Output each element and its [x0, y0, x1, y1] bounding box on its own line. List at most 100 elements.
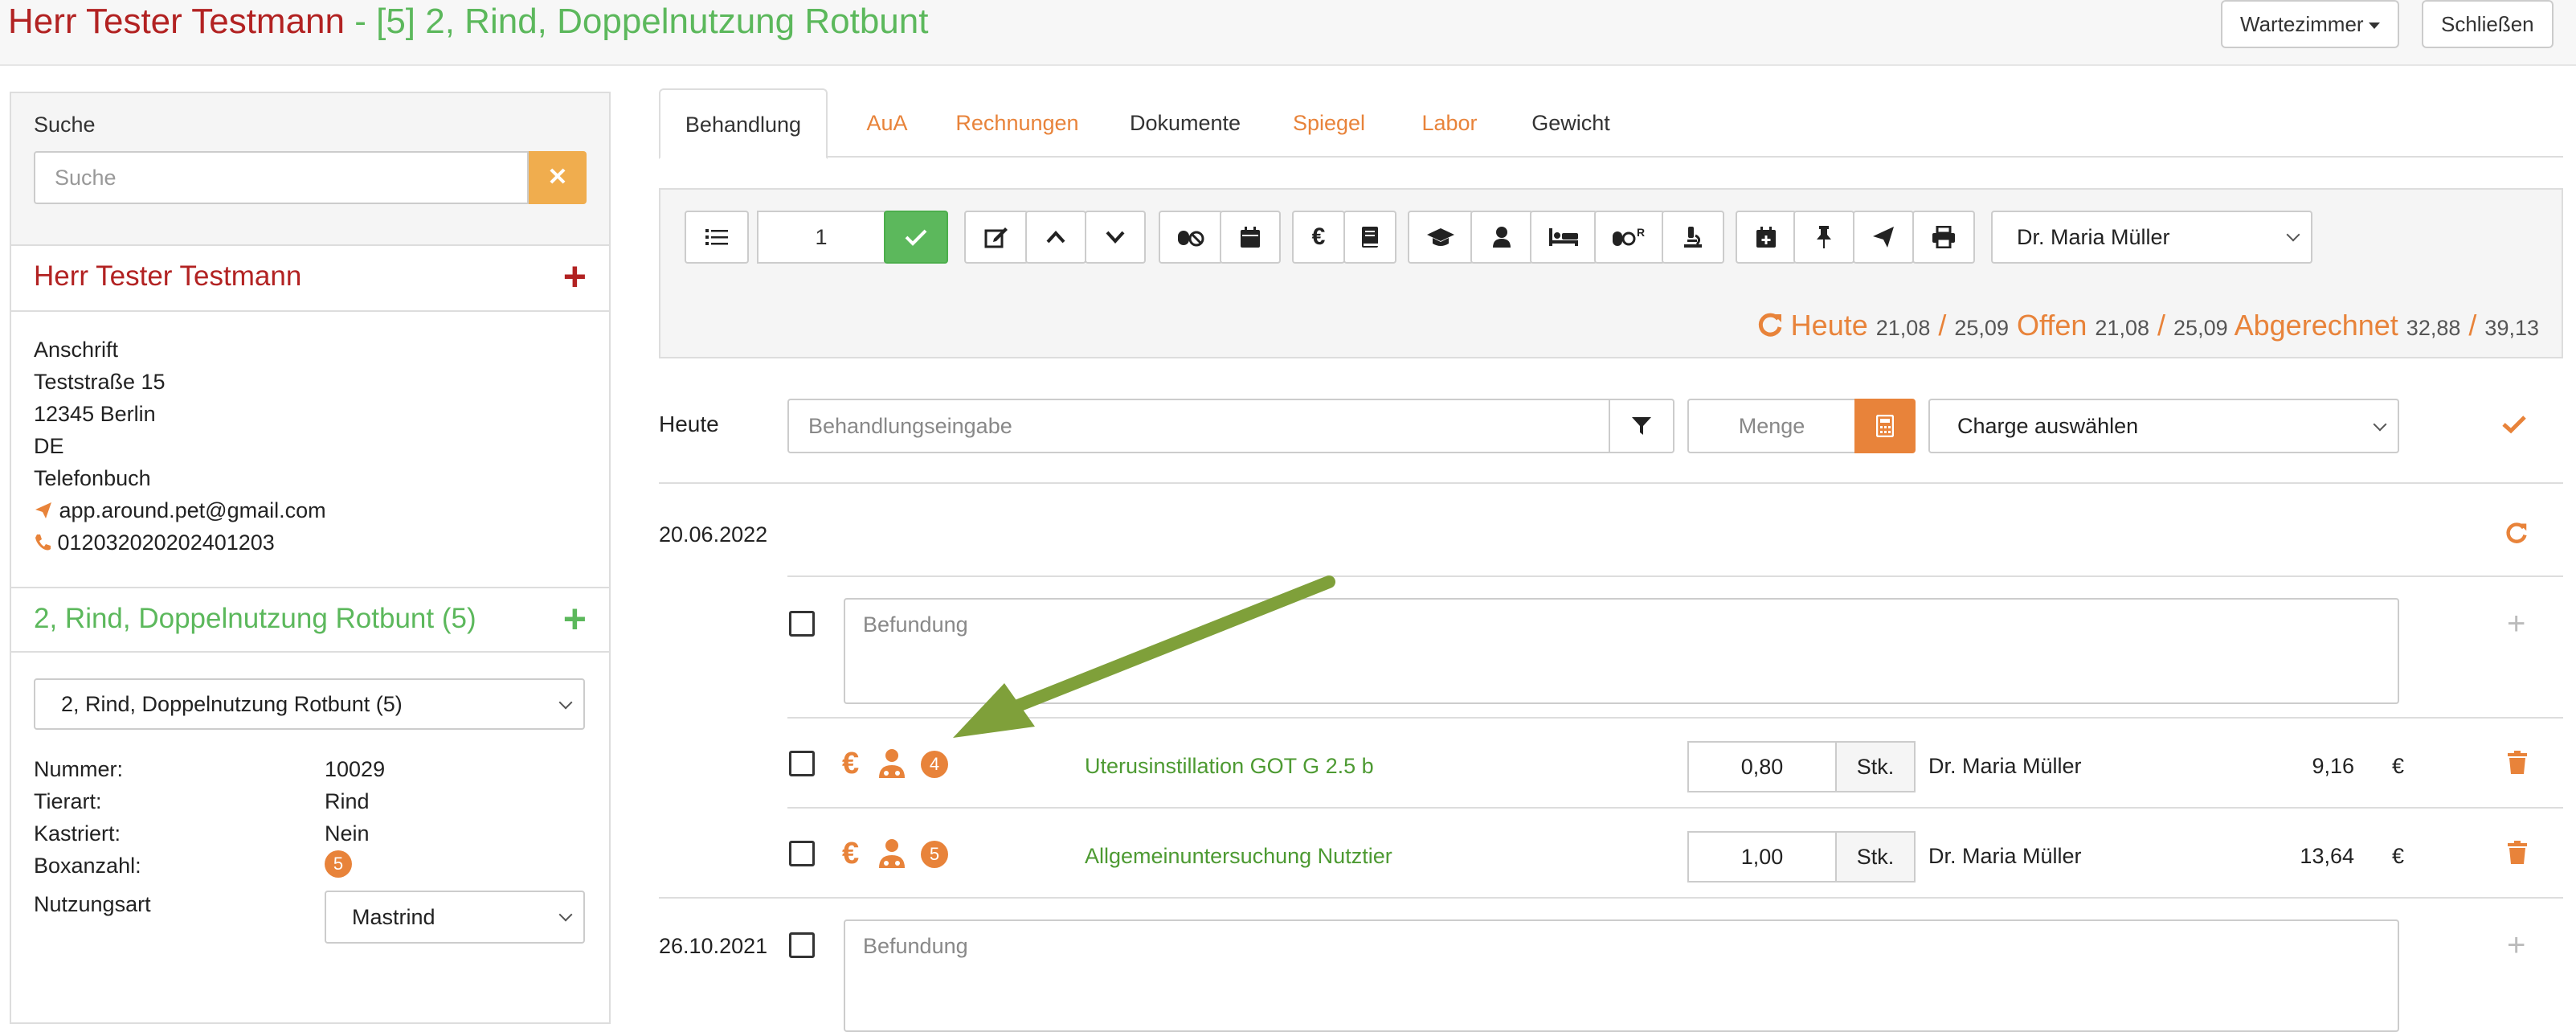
close-button[interactable]: Schließen [2422, 0, 2554, 48]
treatment-date: 20.06.2022 [659, 522, 768, 547]
billed-net: 32,88 [2406, 316, 2461, 340]
item-name[interactable]: Uterusinstillation GOT G 2.5 b [1085, 754, 1374, 779]
hospital-bed-button[interactable] [1530, 211, 1597, 264]
item-checkbox[interactable] [789, 751, 815, 776]
item-price: 13,64 [2300, 844, 2354, 868]
euro-icon[interactable]: € [842, 837, 859, 870]
neutered-label: Kastriert: [34, 821, 121, 846]
batch-select[interactable]: Charge auswählen [1928, 399, 2399, 453]
add-finding-plus-icon[interactable]: + [2507, 929, 2525, 961]
today-net: 21,08 [1875, 316, 1931, 340]
send-button[interactable] [1853, 211, 1914, 264]
print-icon [1932, 226, 1955, 248]
item-checkbox[interactable] [789, 841, 815, 866]
item-doctor: Dr. Maria Müller [1928, 844, 2082, 868]
add-animal-plus-icon[interactable]: + [563, 596, 587, 641]
caret-down-icon [2368, 23, 2380, 30]
euro-button[interactable]: € [1292, 211, 1345, 264]
pin-button[interactable] [1793, 211, 1854, 264]
edit-button[interactable] [964, 211, 1028, 264]
delete-item-button[interactable] [2507, 751, 2528, 779]
slash: / [1938, 309, 1947, 342]
tab-gewicht[interactable]: Gewicht [1519, 88, 1623, 158]
search-input[interactable]: Suche [34, 151, 529, 204]
tab-aua[interactable]: AuA [847, 88, 927, 158]
trash-icon [2508, 841, 2527, 864]
finding-checkbox[interactable] [789, 611, 815, 637]
refresh-icon[interactable] [1756, 311, 1783, 338]
billed-label: Abgerechnet [2234, 309, 2398, 342]
save-entry-button[interactable] [2502, 415, 2526, 438]
treatment-input[interactable]: Behandlungseingabe [787, 399, 1610, 453]
item-count-value: 4 [921, 751, 948, 778]
item-name[interactable]: Allgemeinuntersuchung Nutztier [1085, 844, 1392, 869]
search-clear-button[interactable]: ✕ [529, 151, 587, 204]
prescription-button[interactable]: R [1594, 211, 1665, 264]
phonebook-label: Telefonbuch [34, 466, 151, 490]
add-owner-plus-icon[interactable]: + [563, 254, 587, 299]
confirm-quantity-button[interactable] [884, 211, 948, 264]
close-label: Schließen [2441, 12, 2534, 36]
euro-icon[interactable]: € [842, 747, 859, 780]
book-icon [1362, 227, 1378, 248]
today-label: Heute [1790, 309, 1868, 342]
refresh-button[interactable] [2504, 521, 2528, 549]
item-quantity-input[interactable]: 1,00 [1687, 831, 1837, 883]
tab-labor[interactable]: Labor [1409, 88, 1490, 158]
person-button[interactable] [1470, 211, 1533, 264]
waiting-room-button[interactable]: Wartezimmer [2221, 0, 2399, 48]
box-count-label: Boxanzahl: [34, 854, 141, 878]
animal-heading[interactable]: 2, Rind, Doppelnutzung Rotbunt (5) [34, 603, 476, 635]
filter-button[interactable] [1609, 399, 1674, 453]
top-bar: Herr Tester Testmann - [5] 2, Rind, Dopp… [0, 0, 2576, 66]
animal-select-value: 2, Rind, Doppelnutzung Rotbunt (5) [61, 692, 403, 716]
delete-item-button[interactable] [2507, 841, 2528, 869]
owner-name[interactable]: Herr Tester Testmann [34, 260, 301, 293]
quantity-input[interactable]: 1 [757, 211, 885, 264]
microscope-button[interactable] [1662, 211, 1724, 264]
education-button[interactable] [1408, 211, 1474, 264]
usage-select[interactable]: Mastrind [325, 891, 585, 944]
treatment-date: 26.10.2021 [659, 934, 768, 958]
tab-behandlung[interactable]: Behandlung [659, 88, 828, 159]
open-net: 21,08 [2095, 316, 2149, 340]
item-unit: Stk. [1835, 831, 1916, 883]
filter-icon [1632, 417, 1651, 435]
today-gross: 25,09 [1954, 316, 2009, 340]
phone-link[interactable]: 012032020202401203 [34, 530, 275, 555]
finding-textarea[interactable]: Befundung [844, 919, 2399, 1032]
search-label: Suche [34, 113, 96, 137]
amount-input[interactable]: Menge [1687, 399, 1856, 453]
usage-label: Nutzungsart [34, 892, 151, 916]
add-finding-plus-icon[interactable]: + [2507, 608, 2525, 640]
calculator-button[interactable] [1854, 399, 1916, 453]
animal-select[interactable]: 2, Rind, Doppelnutzung Rotbunt (5) [34, 678, 585, 730]
add-appointment-button[interactable] [1736, 211, 1797, 264]
chevron-down-icon [2373, 417, 2387, 432]
finding-textarea[interactable]: Befundung [844, 598, 2399, 704]
prescription-icon: R [1613, 227, 1645, 246]
doctor-select[interactable]: Dr. Maria Müller [1991, 211, 2312, 264]
list-button[interactable] [685, 211, 749, 264]
email-link[interactable]: app.around.pet@gmail.com [34, 498, 326, 523]
tab-dokumente[interactable]: Dokumente [1117, 88, 1253, 158]
toolbar-panel: 1 € R Dr. Maria Müller Heute 21,08 / 25,… [659, 188, 2563, 358]
doctor-icon[interactable] [877, 837, 906, 874]
calendar-button[interactable] [1220, 211, 1281, 264]
move-up-button[interactable] [1025, 211, 1086, 264]
finding-checkbox[interactable] [789, 932, 815, 958]
medication-button[interactable] [1159, 211, 1223, 264]
tab-rechnungen[interactable]: Rechnungen [945, 88, 1090, 158]
item-count-value: 5 [921, 841, 948, 868]
item-price: 9,16 [2312, 754, 2354, 778]
tab-spiegel[interactable]: Spiegel [1281, 88, 1377, 158]
print-button[interactable] [1912, 211, 1975, 264]
species-label: Tierart: [34, 789, 102, 813]
move-down-button[interactable] [1085, 211, 1146, 264]
item-count-badge: 4 [921, 751, 948, 778]
phone-text: 012032020202401203 [57, 530, 275, 555]
book-button[interactable] [1343, 211, 1396, 264]
doctor-icon[interactable] [877, 747, 906, 784]
refresh-icon [2506, 522, 2527, 543]
item-quantity-input[interactable]: 0,80 [1687, 741, 1837, 792]
